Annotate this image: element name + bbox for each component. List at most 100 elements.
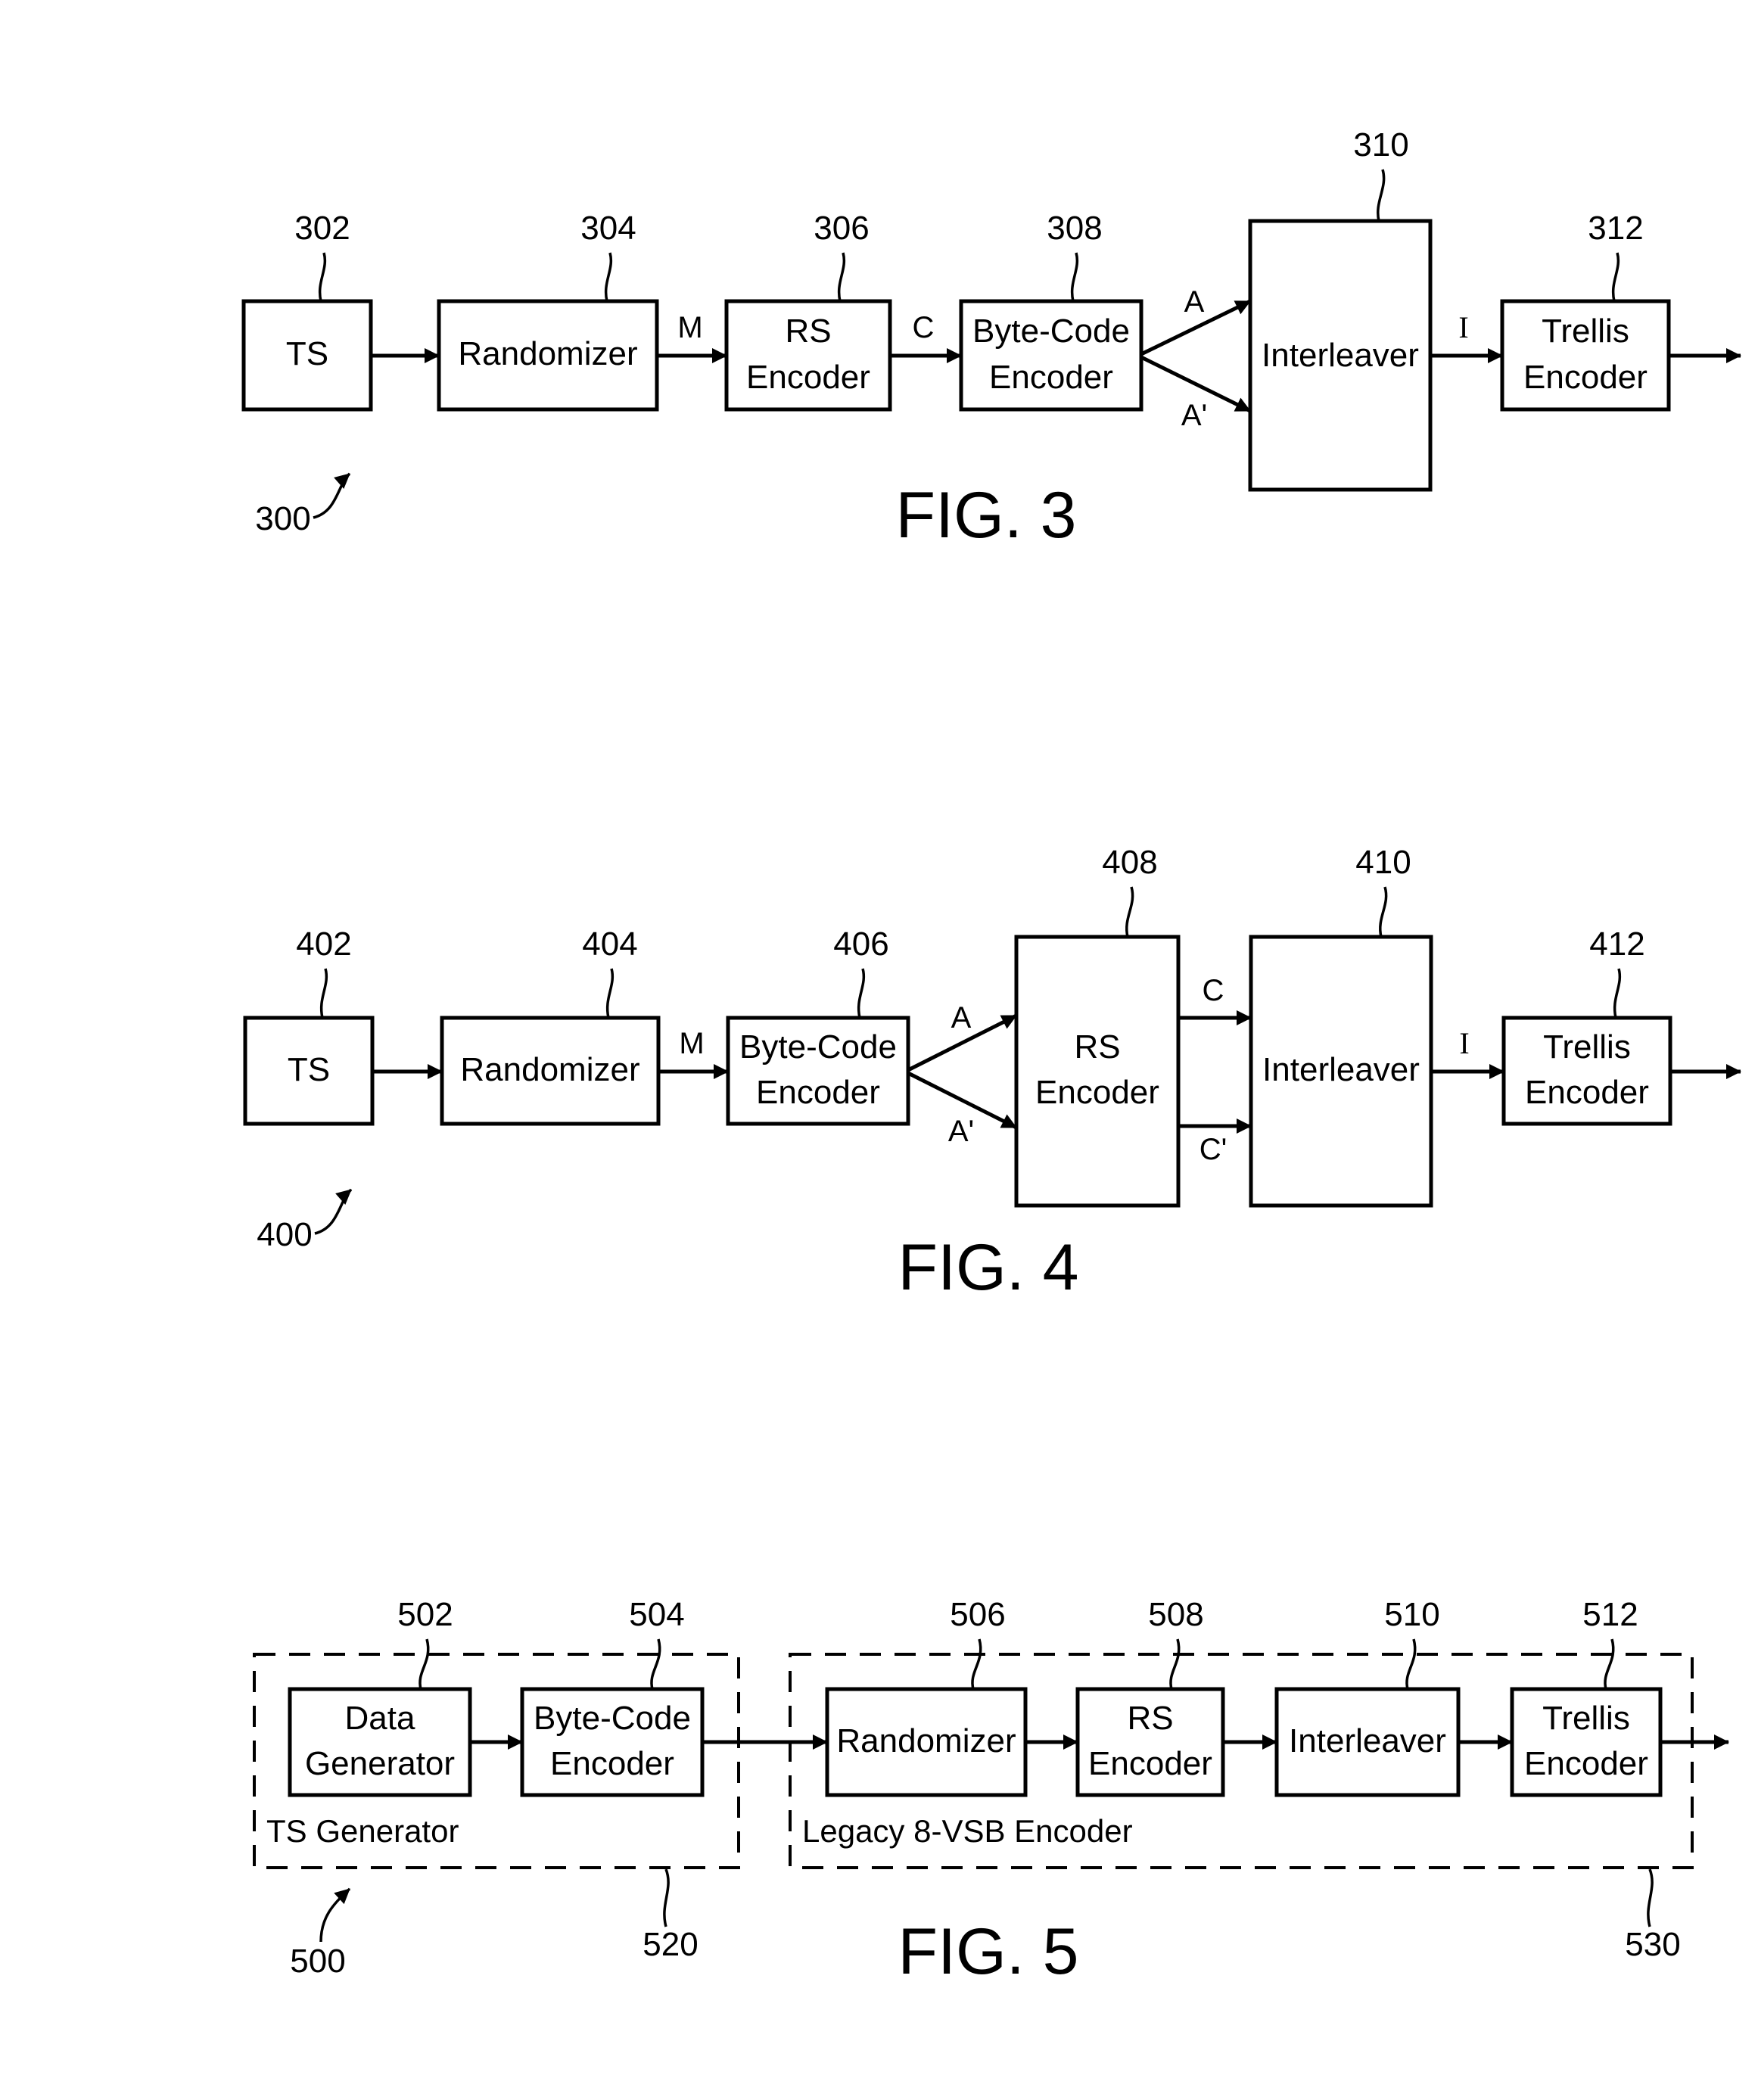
leader-line — [838, 252, 845, 302]
leader-line — [1405, 1638, 1417, 1690]
block-label-line2: Encoder — [1525, 1074, 1649, 1111]
block-label-line2: Encoder — [746, 359, 870, 396]
system-ref-numeral: 500 — [290, 1943, 345, 1980]
block-byte-code-encoder: Byte-Code Encoder — [959, 299, 1143, 412]
block-randomizer: Randomizer — [440, 1016, 661, 1126]
block-label-line1: RS — [785, 313, 831, 350]
figure-3: TS Randomizer RS Encoder Byte-Code Encod… — [241, 126, 1741, 552]
leader-line — [1379, 886, 1388, 938]
ref-numeral: 508 — [1148, 1596, 1203, 1633]
block-label-line2: Encoder — [1524, 1745, 1648, 1782]
signal-label-c-prime: C' — [1199, 1133, 1227, 1166]
block-trellis-encoder: Trellis Encoder — [1500, 299, 1671, 412]
leader-line — [605, 252, 612, 302]
block-label: Randomizer — [460, 1051, 639, 1088]
block-label-line1: Byte-Code — [534, 1700, 691, 1737]
ref-numeral: 312 — [1588, 210, 1643, 247]
leader-line — [320, 968, 328, 1019]
signal-label-i: I — [1458, 310, 1468, 344]
group-label: Legacy 8-VSB Encoder — [802, 1813, 1133, 1849]
signal-label-a-prime: A' — [948, 1115, 974, 1148]
signal-label-a-prime: A' — [1181, 399, 1207, 432]
ref-numeral: 502 — [397, 1596, 453, 1633]
ref-numeral: 510 — [1384, 1596, 1439, 1633]
leader-line — [650, 1638, 661, 1690]
ref-numeral: 306 — [814, 210, 869, 247]
block-label: Interleaver — [1262, 1051, 1420, 1088]
figure-5: TS Generator Legacy 8-VSB Encoder Data G… — [253, 1596, 1729, 1988]
block-rs-encoder: RS Encoder — [1014, 935, 1181, 1208]
block-data-generator: Data Generator — [288, 1687, 472, 1797]
block-label-line2: Encoder — [1088, 1745, 1212, 1782]
block-ts: TS — [241, 299, 373, 412]
ref-numeral: 410 — [1355, 844, 1411, 881]
block-label-line1: Byte-Code — [972, 313, 1130, 350]
block-label-line1: Trellis — [1542, 313, 1629, 350]
block-trellis-encoder: Trellis Encoder — [1501, 1016, 1672, 1126]
block-label-line2: Encoder — [550, 1745, 674, 1782]
figure-caption: FIG. 3 — [896, 479, 1077, 552]
block-byte-code-encoder: Byte-Code Encoder — [726, 1016, 910, 1126]
ref-numeral: 404 — [582, 926, 637, 963]
block-label-line1: RS — [1074, 1028, 1120, 1066]
group-ref-numeral: 520 — [643, 1926, 698, 1963]
leader-line — [663, 1868, 670, 1927]
signal-label-m: M — [677, 311, 702, 344]
block-randomizer: Randomizer — [825, 1687, 1028, 1797]
leader-line — [1604, 1638, 1615, 1690]
leader-line — [319, 252, 326, 302]
figure-caption: FIG. 4 — [898, 1231, 1079, 1304]
block-interleaver: Interleaver — [1248, 219, 1433, 492]
leader-line — [1613, 968, 1621, 1019]
system-ref-numeral: 400 — [257, 1216, 312, 1253]
patent-drawing-sheet: TS Randomizer RS Encoder Byte-Code Encod… — [241, 126, 1741, 1988]
ref-numeral: 412 — [1589, 926, 1644, 963]
block-label: Randomizer — [836, 1722, 1016, 1759]
signal-label-m: M — [679, 1027, 704, 1060]
block-label: Interleaver — [1289, 1722, 1446, 1759]
signal-label-a: A — [951, 1001, 972, 1034]
leader-line — [1377, 169, 1386, 222]
block-label-line1: Data — [345, 1700, 415, 1737]
system-ref-numeral: 300 — [255, 500, 310, 537]
block-label: Randomizer — [458, 335, 637, 372]
block-byte-code-encoder: Byte-Code Encoder — [520, 1687, 705, 1797]
figure-caption: FIG. 5 — [898, 1915, 1079, 1988]
leader-line — [1071, 252, 1078, 302]
system-ref-arrow — [313, 472, 351, 519]
block-label: Interleaver — [1262, 337, 1419, 374]
leader-line — [857, 968, 865, 1019]
ref-numeral: 304 — [580, 210, 636, 247]
block-label-line2: Encoder — [756, 1074, 880, 1111]
block-randomizer: Randomizer — [437, 299, 659, 412]
leader-line — [1125, 886, 1134, 938]
block-label-line1: Trellis — [1542, 1700, 1630, 1737]
ref-numeral: 408 — [1102, 844, 1157, 881]
block-label-line1: Trellis — [1543, 1028, 1631, 1066]
figure-4: TS Randomizer Byte-Code Encoder RS Encod… — [243, 844, 1741, 1304]
ref-numeral: 506 — [950, 1596, 1005, 1633]
signal-label-i: I — [1459, 1026, 1469, 1060]
block-label: TS — [286, 335, 328, 372]
ref-numeral: 310 — [1353, 126, 1408, 163]
block-label-line1: RS — [1127, 1700, 1173, 1737]
group-ref-numeral: 530 — [1625, 1926, 1680, 1963]
block-rs-encoder: RS Encoder — [724, 299, 892, 412]
block-label-line2: Encoder — [1523, 359, 1648, 396]
leader-line — [606, 968, 614, 1019]
ref-numeral: 512 — [1582, 1596, 1638, 1633]
block-label-line2: Generator — [305, 1745, 455, 1782]
ref-numeral: 504 — [629, 1596, 684, 1633]
system-ref-arrow — [319, 1887, 351, 1943]
block-label-line2: Encoder — [989, 359, 1113, 396]
leader-line — [1169, 1638, 1181, 1690]
block-ts: TS — [243, 1016, 375, 1126]
leader-line — [418, 1638, 430, 1690]
signal-label-a: A — [1184, 285, 1205, 319]
ref-numeral: 308 — [1047, 210, 1102, 247]
signal-label-c: C — [1203, 974, 1224, 1007]
block-interleaver: Interleaver — [1274, 1687, 1461, 1797]
block-label: TS — [288, 1051, 330, 1088]
block-label-line1: Byte-Code — [739, 1028, 897, 1066]
system-ref-arrow — [314, 1188, 353, 1235]
